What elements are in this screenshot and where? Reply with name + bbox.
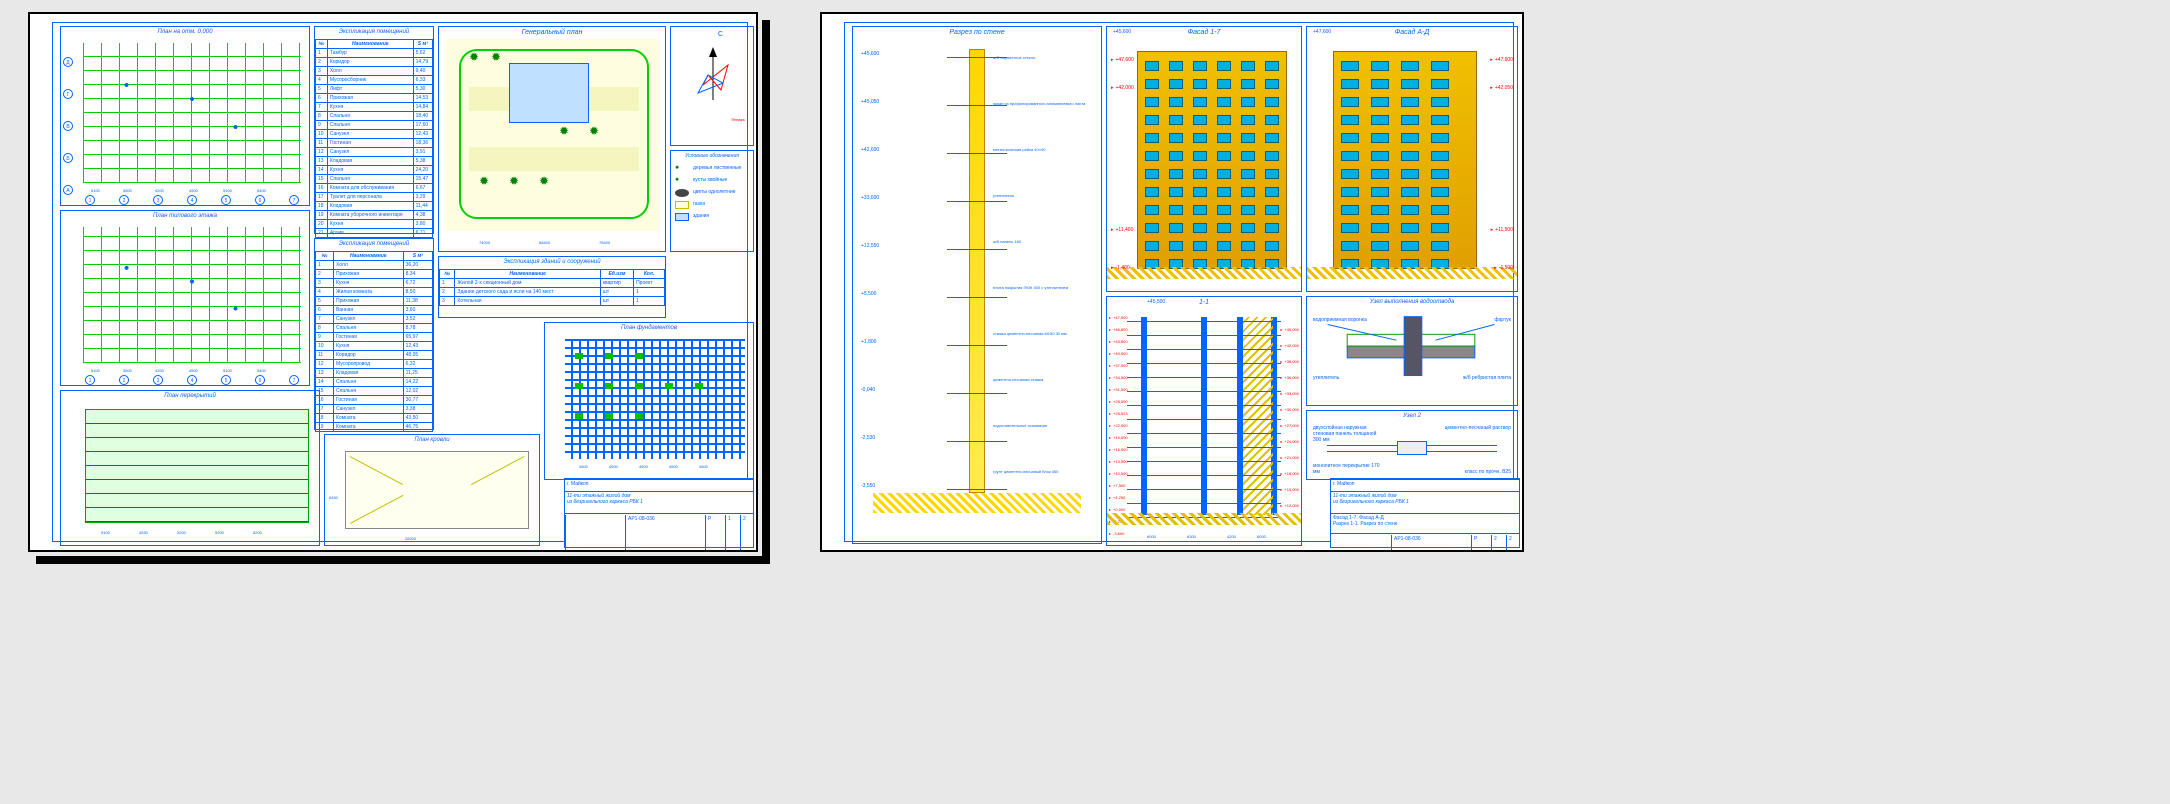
panel-plan-roof: План кровли 28200 6450 bbox=[324, 434, 540, 546]
wall-ground bbox=[873, 493, 1081, 513]
tree-icon bbox=[469, 53, 483, 63]
floorplan-typical-graphic bbox=[83, 227, 301, 363]
staircase bbox=[1243, 317, 1273, 515]
floorplan-graphic bbox=[83, 43, 301, 183]
panel-plan-000: План на отм. 0,000 Д Г В Б А 1 2 3 4 5 6… bbox=[60, 26, 310, 206]
drawing-sheet-2: Разрез по стене +45,600+45,050+42,600+33… bbox=[820, 12, 1524, 552]
joint-graphic bbox=[1307, 297, 1517, 405]
tree-icon bbox=[539, 177, 553, 187]
drawing-sheet-1: План на отм. 0,000 Д Г В Б А 1 2 3 4 5 6… bbox=[28, 12, 758, 552]
genplan-building bbox=[509, 63, 589, 123]
table-expl2: №НаименованиеS м²1Холл36,202Прихожая8,34… bbox=[315, 251, 433, 432]
axis-bottom-typ: 1 2 3 4 5 6 7 bbox=[79, 371, 305, 385]
panel-plan-slab: План перекрытий 5100 4530 5200 5200 5200 bbox=[60, 390, 320, 546]
title-plan-typ: План типового этажа bbox=[61, 213, 309, 219]
panel-section-1-1: 1-1 +45,500 +47,500+46,800+43,800+40,500… bbox=[1106, 296, 1302, 546]
tree-icon bbox=[479, 177, 493, 187]
panel-detail-2: Узел 2 двухслойная наружная стеновая пан… bbox=[1306, 410, 1518, 480]
axis-left: Д Г В Б А bbox=[61, 39, 79, 193]
table-expl1: №НаименованиеS м²1Тамбур5,622Коридор14,7… bbox=[315, 39, 433, 238]
panel-plan-found: План фундаментов 4500 4500 4500 4500 450… bbox=[544, 322, 754, 480]
panel-expl2: Экспликация помещений №НаименованиеS м²1… bbox=[314, 238, 434, 430]
tree-icon bbox=[491, 53, 505, 63]
panel-expl-bldg: Экспликация зданий и сооружений №Наимено… bbox=[438, 256, 666, 318]
foundation-graphic bbox=[565, 339, 745, 459]
table-expl-bldg: №НаименованиеЕд.измКол.1Жилой 2-х секцио… bbox=[439, 269, 665, 306]
wall-core bbox=[969, 49, 985, 493]
panel-facade-1-7: Фасад 1-7 +45,600 +47,600 +42,000 +11,40… bbox=[1106, 26, 1302, 292]
title-plan-000: План на отм. 0,000 bbox=[61, 29, 309, 35]
panel-joint-drain: Узел выполнения водоотвода водоприемная … bbox=[1306, 296, 1518, 406]
panel-legend: Условные обозначения деревья лиственные✹… bbox=[670, 150, 754, 252]
titleblock-1: г. Майкоп 11-ти этажный жилой дом из без… bbox=[564, 478, 754, 548]
titleblock-2: г. Майкоп 11-ти этажный жилой дом из без… bbox=[1330, 478, 1520, 548]
panel-facade-ad: Фасад А-Д +47,600 +47,600 +42,050 +11,50… bbox=[1306, 26, 1518, 292]
shadow bbox=[762, 20, 770, 564]
shadow bbox=[36, 556, 766, 564]
slab-graphic bbox=[85, 409, 309, 523]
compass-icon bbox=[683, 45, 743, 105]
panel-compass: С Январь bbox=[670, 26, 754, 146]
roof-graphic bbox=[345, 451, 529, 529]
title-plan-slab: План перекрытий bbox=[61, 393, 319, 399]
tree-icon bbox=[589, 127, 603, 137]
panel-genplan: Генеральный план 74000 68400 78400 bbox=[438, 26, 666, 252]
panel-expl1: Экспликация помещений №НаименованиеS м²1… bbox=[314, 26, 434, 234]
tree-icon bbox=[559, 127, 573, 137]
axis-bottom: 1 2 3 4 5 6 7 bbox=[79, 191, 305, 205]
panel-plan-typ: План типового этажа 1 2 3 4 5 6 7 5100 3… bbox=[60, 210, 310, 386]
panel-wall-section: Разрез по стене +45,600+45,050+42,600+33… bbox=[852, 26, 1102, 544]
tree-icon bbox=[509, 177, 523, 187]
